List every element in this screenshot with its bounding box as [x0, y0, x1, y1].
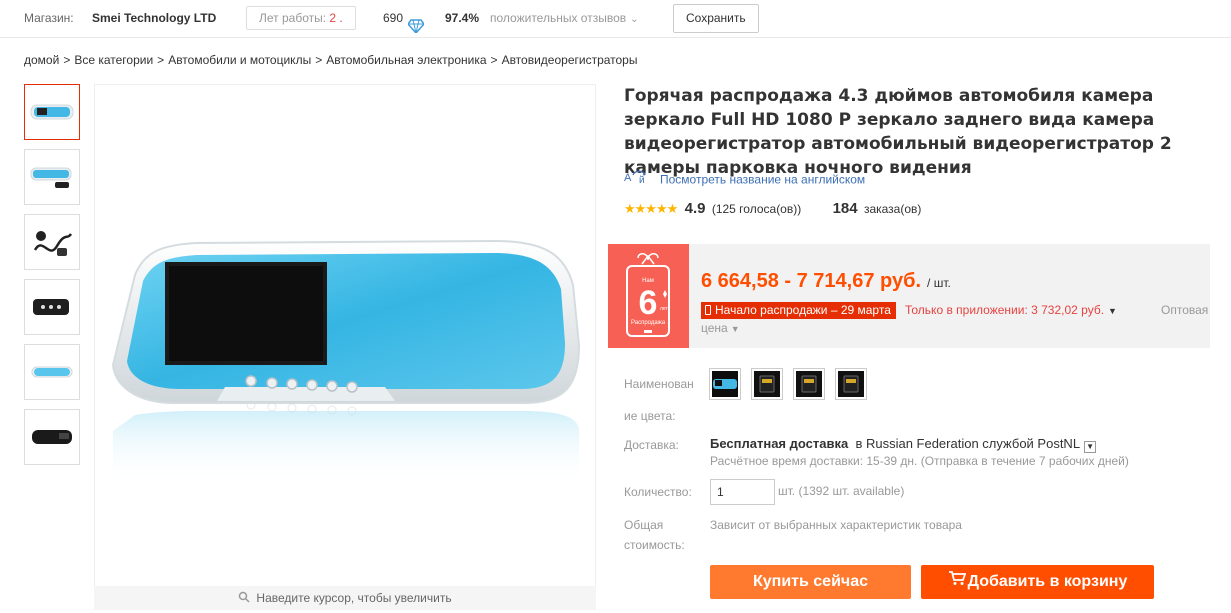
- orders-count: 184: [832, 199, 858, 217]
- price-unit: / шт.: [927, 276, 951, 290]
- add-to-cart-button[interactable]: Добавить в корзину: [921, 565, 1154, 599]
- color-swatch-sd-card-1[interactable]: [751, 368, 783, 400]
- translate-icon: Aй: [624, 169, 650, 190]
- thumbnail-mirror-with-camera[interactable]: [24, 149, 80, 205]
- shipping-method: в Russian Federation службой PostNL: [855, 436, 1081, 451]
- wholesale-price-label-1[interactable]: Оптовая: [1161, 302, 1208, 319]
- buy-now-button[interactable]: Купить сейчас: [710, 565, 911, 599]
- shipping-time: Расчётное время доставки: 15-39 дн. (Отп…: [710, 454, 1129, 468]
- breadcrumb-all-categories[interactable]: Все категории: [74, 53, 153, 67]
- diamond-icon: [407, 11, 425, 35]
- rating-votes[interactable]: (125 голоса(ов)): [712, 202, 801, 216]
- thumbnail-mirror-side[interactable]: [24, 344, 80, 400]
- magnifier-icon: [238, 587, 250, 611]
- svg-text:й: й: [639, 175, 645, 185]
- color-swatch-mirror[interactable]: [709, 368, 741, 400]
- promo-line2: лет: [660, 306, 669, 312]
- promo-line3: Распродажа: [631, 320, 666, 326]
- quantity-available: шт. (1392 шт. available): [778, 484, 905, 498]
- sale-start-tag: Начало распродажи – 29 марта: [701, 302, 896, 319]
- caret-down-icon: ▼: [730, 324, 740, 334]
- caret-down-icon: ▼: [1108, 306, 1117, 316]
- store-label: Магазин:: [24, 11, 74, 25]
- shipping-free: Бесплатная доставка: [710, 436, 849, 451]
- thumbnail-cables[interactable]: [24, 214, 80, 270]
- add-to-cart-label: Добавить в корзину: [967, 573, 1128, 591]
- rating-stars-icon[interactable]: ★★★★★: [624, 199, 678, 219]
- rating-row: ★★★★★ 4.9 (125 голоса(ов)) 184 заказа(ов…: [624, 198, 921, 218]
- color-swatch-sd-card-2[interactable]: [793, 368, 825, 400]
- color-swatch-sd-card-3[interactable]: [835, 368, 867, 400]
- store-name-link[interactable]: Smei Technology LTD: [92, 0, 216, 36]
- store-bar: Магазин: Smei Technology LTD Лет работы:…: [0, 0, 1231, 38]
- color-swatches: [709, 368, 867, 400]
- thumbnail-rear-camera[interactable]: [24, 279, 80, 335]
- shipping-dropdown-icon[interactable]: ▼: [1084, 441, 1097, 453]
- thumbnail-mirror-front[interactable]: [24, 84, 80, 140]
- wholesale-price-dropdown[interactable]: цена ▼: [701, 320, 740, 338]
- price-box: Нам 6 лет Распродажа 6 664,58 - 7 714,67…: [608, 244, 1210, 348]
- main-product-image[interactable]: [94, 84, 596, 610]
- quantity-input[interactable]: [710, 479, 775, 505]
- thumbnail-list: [24, 84, 80, 474]
- app-only-price: Только в приложении: 3 732,02 руб.: [905, 303, 1105, 317]
- chevron-down-icon: ⌄: [630, 14, 639, 25]
- product-title: Горячая распродажа 4.3 дюймов автомобиля…: [624, 86, 1172, 178]
- color-label-1: Наименован: [624, 377, 694, 391]
- sale-promo-badge: Нам 6 лет Распродажа: [608, 244, 689, 348]
- store-score[interactable]: 690: [383, 0, 403, 36]
- breadcrumb: домой > Все категории > Автомобили и мотоцик…: [24, 53, 638, 67]
- store-years-value: 2 .: [329, 11, 343, 25]
- positive-feedback-percent: 97.4%: [445, 11, 480, 25]
- price-value: 6 664,58 - 7 714,67 руб.: [701, 270, 922, 292]
- breadcrumb-auto-moto[interactable]: Автомобили и мотоциклы: [168, 53, 311, 67]
- store-years-label: Лет работы:: [259, 11, 327, 25]
- phone-icon: [705, 305, 711, 315]
- zoom-hint-text: Наведите курсор, чтобы увеличить: [256, 591, 452, 605]
- sale-start-text: Начало распродажи – 29 марта: [715, 303, 891, 317]
- app-only-price-dropdown[interactable]: Только в приложении: 3 732,02 руб. ▼: [905, 302, 1117, 319]
- total-label-2: стоимость:: [624, 538, 685, 552]
- view-english-title-link[interactable]: Посмотреть название на английском: [660, 173, 865, 187]
- breadcrumb-auto-electronics[interactable]: Автомобильная электроника: [326, 53, 486, 67]
- rating-value: 4.9: [684, 199, 706, 217]
- cart-icon: [948, 565, 966, 599]
- breadcrumb-dashcams[interactable]: Автовидеорегистраторы: [502, 53, 638, 67]
- wholesale-price-label-2: цена: [701, 321, 728, 335]
- save-store-button[interactable]: Сохранить: [673, 4, 759, 33]
- shipping-label: Доставка:: [624, 438, 679, 452]
- orders-label: заказа(ов): [863, 201, 922, 216]
- quantity-label: Количество:: [624, 485, 692, 499]
- positive-feedback-dropdown[interactable]: положительных отзывов ⌄: [490, 0, 639, 36]
- thumbnail-mirror-dark[interactable]: [24, 409, 80, 465]
- translate-row: Aй Посмотреть название на английском: [624, 169, 865, 187]
- positive-feedback-label: положительных отзывов: [490, 11, 627, 25]
- breadcrumb-home[interactable]: домой: [24, 53, 59, 67]
- store-years-badge: Лет работы: 2 .: [246, 6, 356, 30]
- svg-text:A: A: [624, 172, 632, 184]
- shipping-info: Бесплатная доставка в Russian Federation…: [710, 436, 1097, 453]
- total-value: Зависит от выбранных характеристик товар…: [710, 518, 962, 532]
- promo-years-number: 6: [639, 284, 658, 322]
- color-label-2: ие цвета:: [624, 409, 676, 423]
- zoom-hint: Наведите курсор, чтобы увеличить: [94, 586, 596, 610]
- price-range: 6 664,58 - 7 714,67 руб. / шт.: [701, 270, 951, 293]
